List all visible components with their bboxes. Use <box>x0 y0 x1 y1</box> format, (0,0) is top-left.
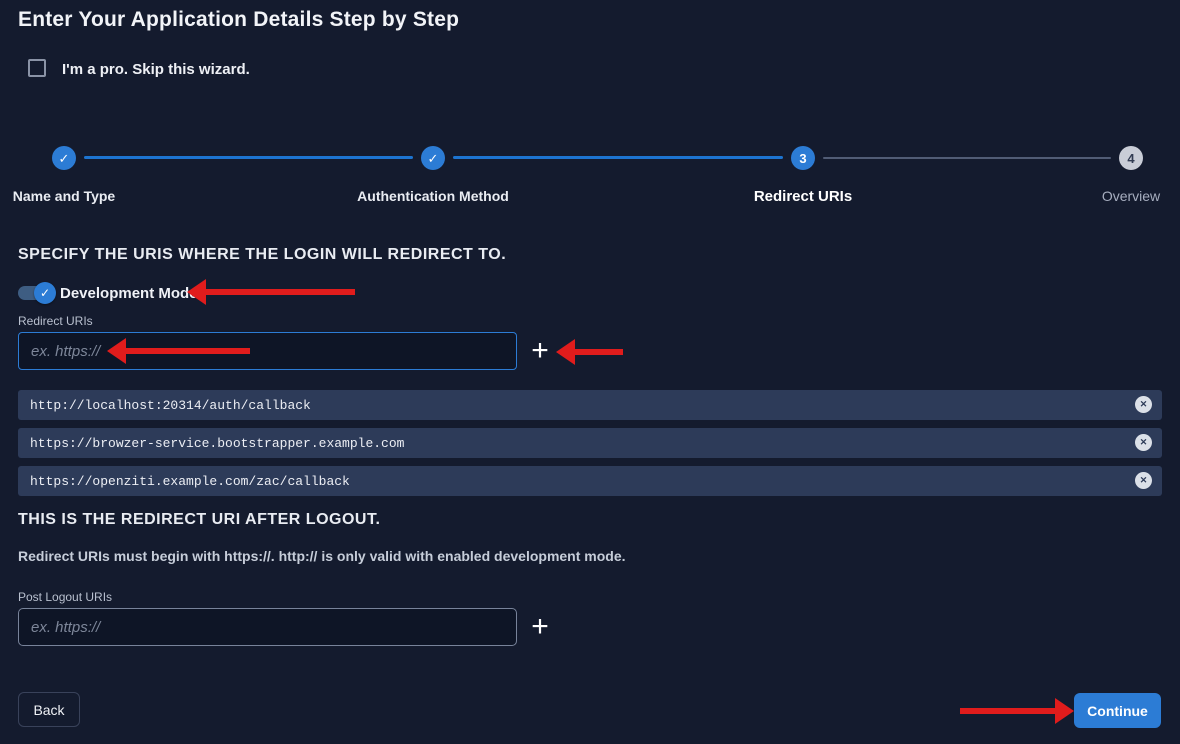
check-icon: ✓ <box>40 287 50 299</box>
step-label-name-and-type: Name and Type <box>13 188 115 204</box>
step-3-indicator[interactable]: 3 <box>791 146 815 170</box>
redirect-uri-note: Redirect URIs must begin with https://. … <box>18 548 626 564</box>
arrow-tail <box>205 289 355 295</box>
remove-uri-icon[interactable]: ✕ <box>1135 434 1152 451</box>
step-connector-3-4 <box>823 157 1111 159</box>
step-label-authentication-method: Authentication Method <box>357 188 509 204</box>
arrow-tail <box>574 349 623 355</box>
redirect-uri-value: http://localhost:20314/auth/callback <box>18 398 311 413</box>
step-number: 4 <box>1127 152 1134 165</box>
remove-uri-icon[interactable]: ✕ <box>1135 396 1152 413</box>
add-redirect-uri-button[interactable]: + <box>526 334 554 368</box>
back-button[interactable]: Back <box>18 692 80 727</box>
page-title: Enter Your Application Details Step by S… <box>18 8 459 32</box>
arrow-head-icon <box>187 279 206 305</box>
arrow-tail <box>960 708 1056 714</box>
redirect-uri-row: http://localhost:20314/auth/callback ✕ <box>18 390 1162 420</box>
post-logout-uri-input[interactable] <box>18 608 517 646</box>
step-4-indicator[interactable]: 4 <box>1119 146 1143 170</box>
check-icon: ✓ <box>59 152 70 165</box>
step-1-indicator[interactable]: ✓ <box>52 146 76 170</box>
step-label-overview: Overview <box>1102 188 1160 204</box>
redirect-uri-input[interactable] <box>18 332 517 370</box>
continue-button[interactable]: Continue <box>1074 693 1161 728</box>
development-mode-toggle[interactable]: ✓ <box>18 282 56 304</box>
step-label-redirect-uris: Redirect URIs <box>754 188 852 205</box>
redirect-uris-field-label: Redirect URIs <box>18 314 93 328</box>
development-mode-label: Development Mode <box>60 285 198 302</box>
add-post-logout-uri-button[interactable]: + <box>526 610 554 644</box>
arrow-head-icon <box>107 338 126 364</box>
step-2-indicator[interactable]: ✓ <box>421 146 445 170</box>
logout-section-heading: THIS IS THE REDIRECT URI AFTER LOGOUT. <box>18 511 380 529</box>
step-number: 3 <box>799 152 806 165</box>
skip-wizard-checkbox[interactable] <box>28 59 46 77</box>
step-connector-2-3 <box>453 156 783 159</box>
skip-wizard-label: I'm a pro. Skip this wizard. <box>62 61 250 78</box>
remove-uri-icon[interactable]: ✕ <box>1135 472 1152 489</box>
redirect-uri-row: https://browzer-service.bootstrapper.exa… <box>18 428 1162 458</box>
annotation-arrow-redirect-input <box>107 338 250 364</box>
toggle-thumb: ✓ <box>34 282 56 304</box>
annotation-arrow-development-mode <box>187 279 355 305</box>
redirect-uri-value: https://browzer-service.bootstrapper.exa… <box>18 436 404 451</box>
post-logout-uris-field-label: Post Logout URIs <box>18 590 112 604</box>
arrow-tail <box>125 348 250 354</box>
arrow-head-icon <box>556 339 575 365</box>
redirect-uri-row: https://openziti.example.com/zac/callbac… <box>18 466 1162 496</box>
redirect-section-heading: SPECIFY THE URIS WHERE THE LOGIN WILL RE… <box>18 246 506 264</box>
step-connector-1-2 <box>84 156 413 159</box>
arrow-head-icon <box>1055 698 1074 724</box>
redirect-uri-value: https://openziti.example.com/zac/callbac… <box>18 474 350 489</box>
check-icon: ✓ <box>428 152 439 165</box>
annotation-arrow-continue <box>960 698 1074 724</box>
annotation-arrow-add-button <box>556 339 623 365</box>
